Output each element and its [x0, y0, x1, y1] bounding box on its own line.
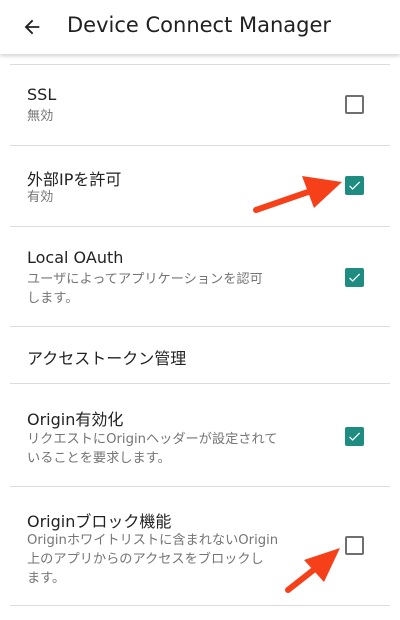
pref-summary-line: リクエストにOriginヘッダーが設定されて — [27, 432, 278, 447]
origin-enable-checkbox[interactable] — [345, 427, 364, 446]
pref-summary-line: ユーザによってアプリケーションを認可 — [27, 272, 263, 287]
pref-local-oauth[interactable]: Local OAuth ユーザによってアプリケーションを認可 します。 — [0, 227, 400, 326]
pref-summary-line: します。 — [27, 291, 79, 306]
pref-title: Originブロック機能 — [27, 512, 172, 531]
pref-title: Local OAuth — [27, 248, 124, 267]
local-oauth-checkbox[interactable] — [345, 268, 364, 287]
settings-screen: Device Connect Manager SSL 無効 外部IPを許可 有効… — [0, 0, 400, 620]
pref-summary-line: いることを要求します。 — [27, 451, 171, 466]
pref-title: アクセストークン管理 — [27, 349, 187, 368]
app-bar: Device Connect Manager — [0, 0, 400, 54]
arrow-left-icon — [24, 19, 40, 35]
ssl-checkbox[interactable] — [345, 95, 364, 114]
pref-access-token[interactable]: アクセストークン管理 — [0, 327, 400, 383]
divider — [10, 605, 390, 606]
external-ip-checkbox[interactable] — [345, 176, 364, 195]
annotation-arrow-icon — [253, 176, 342, 213]
back-button[interactable] — [14, 9, 50, 45]
check-icon — [349, 432, 361, 441]
pref-origin-enable[interactable]: Origin有効化 リクエストにOriginヘッダーが設定されて いることを要求… — [0, 384, 400, 486]
pref-ssl[interactable]: SSL 無効 — [0, 65, 400, 145]
pref-summary: 無効 — [27, 109, 54, 124]
pref-title: SSL — [27, 85, 57, 104]
annotation-arrow-icon — [285, 548, 340, 593]
origin-block-checkbox[interactable] — [345, 536, 364, 555]
check-icon — [349, 181, 361, 190]
pref-title: Origin有効化 — [27, 410, 124, 429]
pref-title: 外部IPを許可 — [27, 170, 122, 189]
check-icon — [349, 273, 361, 282]
page-title: Device Connect Manager — [67, 13, 332, 37]
